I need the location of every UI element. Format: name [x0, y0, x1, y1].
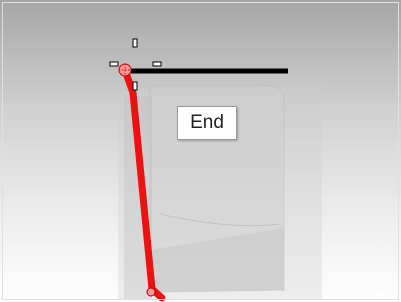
curve-end-point[interactable]: [146, 287, 156, 297]
osnap-tooltip-label: End: [190, 112, 224, 133]
rhino-viewport[interactable]: End: [0, 0, 401, 302]
osnap-end-tooltip: End: [177, 106, 237, 140]
crosshair-cursor-icon: [109, 38, 162, 91]
viewport-scene[interactable]: [0, 0, 401, 302]
snap-target-icon: [118, 63, 132, 77]
